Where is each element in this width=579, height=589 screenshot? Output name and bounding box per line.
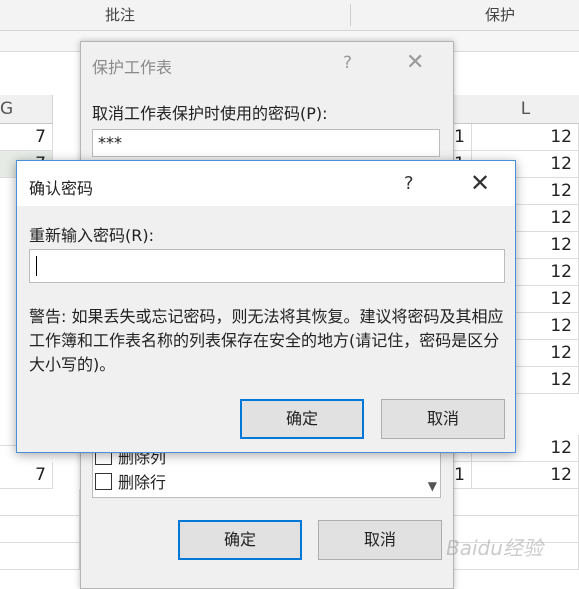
cell-l[interactable]: 12 xyxy=(472,462,579,489)
unprotect-password-input[interactable]: *** xyxy=(92,129,440,157)
column-header-k[interactable] xyxy=(452,95,473,124)
reenter-password-input[interactable] xyxy=(29,249,505,283)
cell-k[interactable]: 1 xyxy=(452,124,472,151)
help-icon[interactable]: ? xyxy=(404,173,414,194)
checkbox-icon[interactable] xyxy=(95,473,112,490)
ribbon-separator xyxy=(350,4,351,26)
close-icon[interactable]: ✕ xyxy=(406,50,424,75)
empty-cell[interactable] xyxy=(0,489,80,516)
close-icon[interactable]: ✕ xyxy=(470,169,490,197)
unprotect-password-label: 取消工作表保护时使用的密码(P): xyxy=(92,104,328,123)
cell-g-12[interactable]: 7 xyxy=(0,462,53,489)
help-icon[interactable]: ? xyxy=(343,53,352,73)
reenter-password-label: 重新输入密码(R): xyxy=(29,226,154,245)
protect-dialog-title: 保护工作表 xyxy=(92,58,173,77)
protect-ok-button[interactable]: 确定 xyxy=(178,520,302,560)
empty-cell[interactable] xyxy=(0,543,80,570)
column-header-l[interactable]: L xyxy=(472,95,579,124)
confirm-cancel-button[interactable]: 取消 xyxy=(381,399,505,439)
permission-delete-rows[interactable]: 删除行 xyxy=(95,472,166,494)
cell-l[interactable]: 12 xyxy=(472,124,579,151)
text-caret xyxy=(36,256,37,276)
ribbon-group-comments[interactable]: 批注 xyxy=(40,0,200,30)
column-header-g[interactable]: G xyxy=(0,95,53,124)
confirm-ok-button[interactable]: 确定 xyxy=(240,399,364,439)
dialog-titlebar: 确认密码 ? ✕ xyxy=(17,161,515,206)
empty-cell[interactable] xyxy=(452,489,579,516)
ribbon-group-protect[interactable]: 保护 xyxy=(420,0,579,30)
ribbon: 批注 保护 xyxy=(0,0,579,31)
cell-g-1[interactable]: 7 xyxy=(0,124,53,151)
watermark-logo: Baidu经验 xyxy=(446,536,543,560)
cell-k[interactable]: 1 xyxy=(452,462,472,489)
scroll-down-icon[interactable]: ▼ xyxy=(428,479,437,493)
empty-cell[interactable] xyxy=(0,516,80,543)
password-warning-text: 警告: 如果丢失或忘记密码，则无法将其恢复。建议将密码及其相应工作簿和工作表名称… xyxy=(29,307,504,374)
permission-label: 删除行 xyxy=(118,473,167,492)
confirm-dialog-title: 确认密码 xyxy=(29,179,94,198)
confirm-password-dialog: 确认密码 ? ✕ 重新输入密码(R): 警告: 如果丢失或忘记密码，则无法将其恢… xyxy=(16,160,516,453)
protect-cancel-button[interactable]: 取消 xyxy=(318,520,442,560)
